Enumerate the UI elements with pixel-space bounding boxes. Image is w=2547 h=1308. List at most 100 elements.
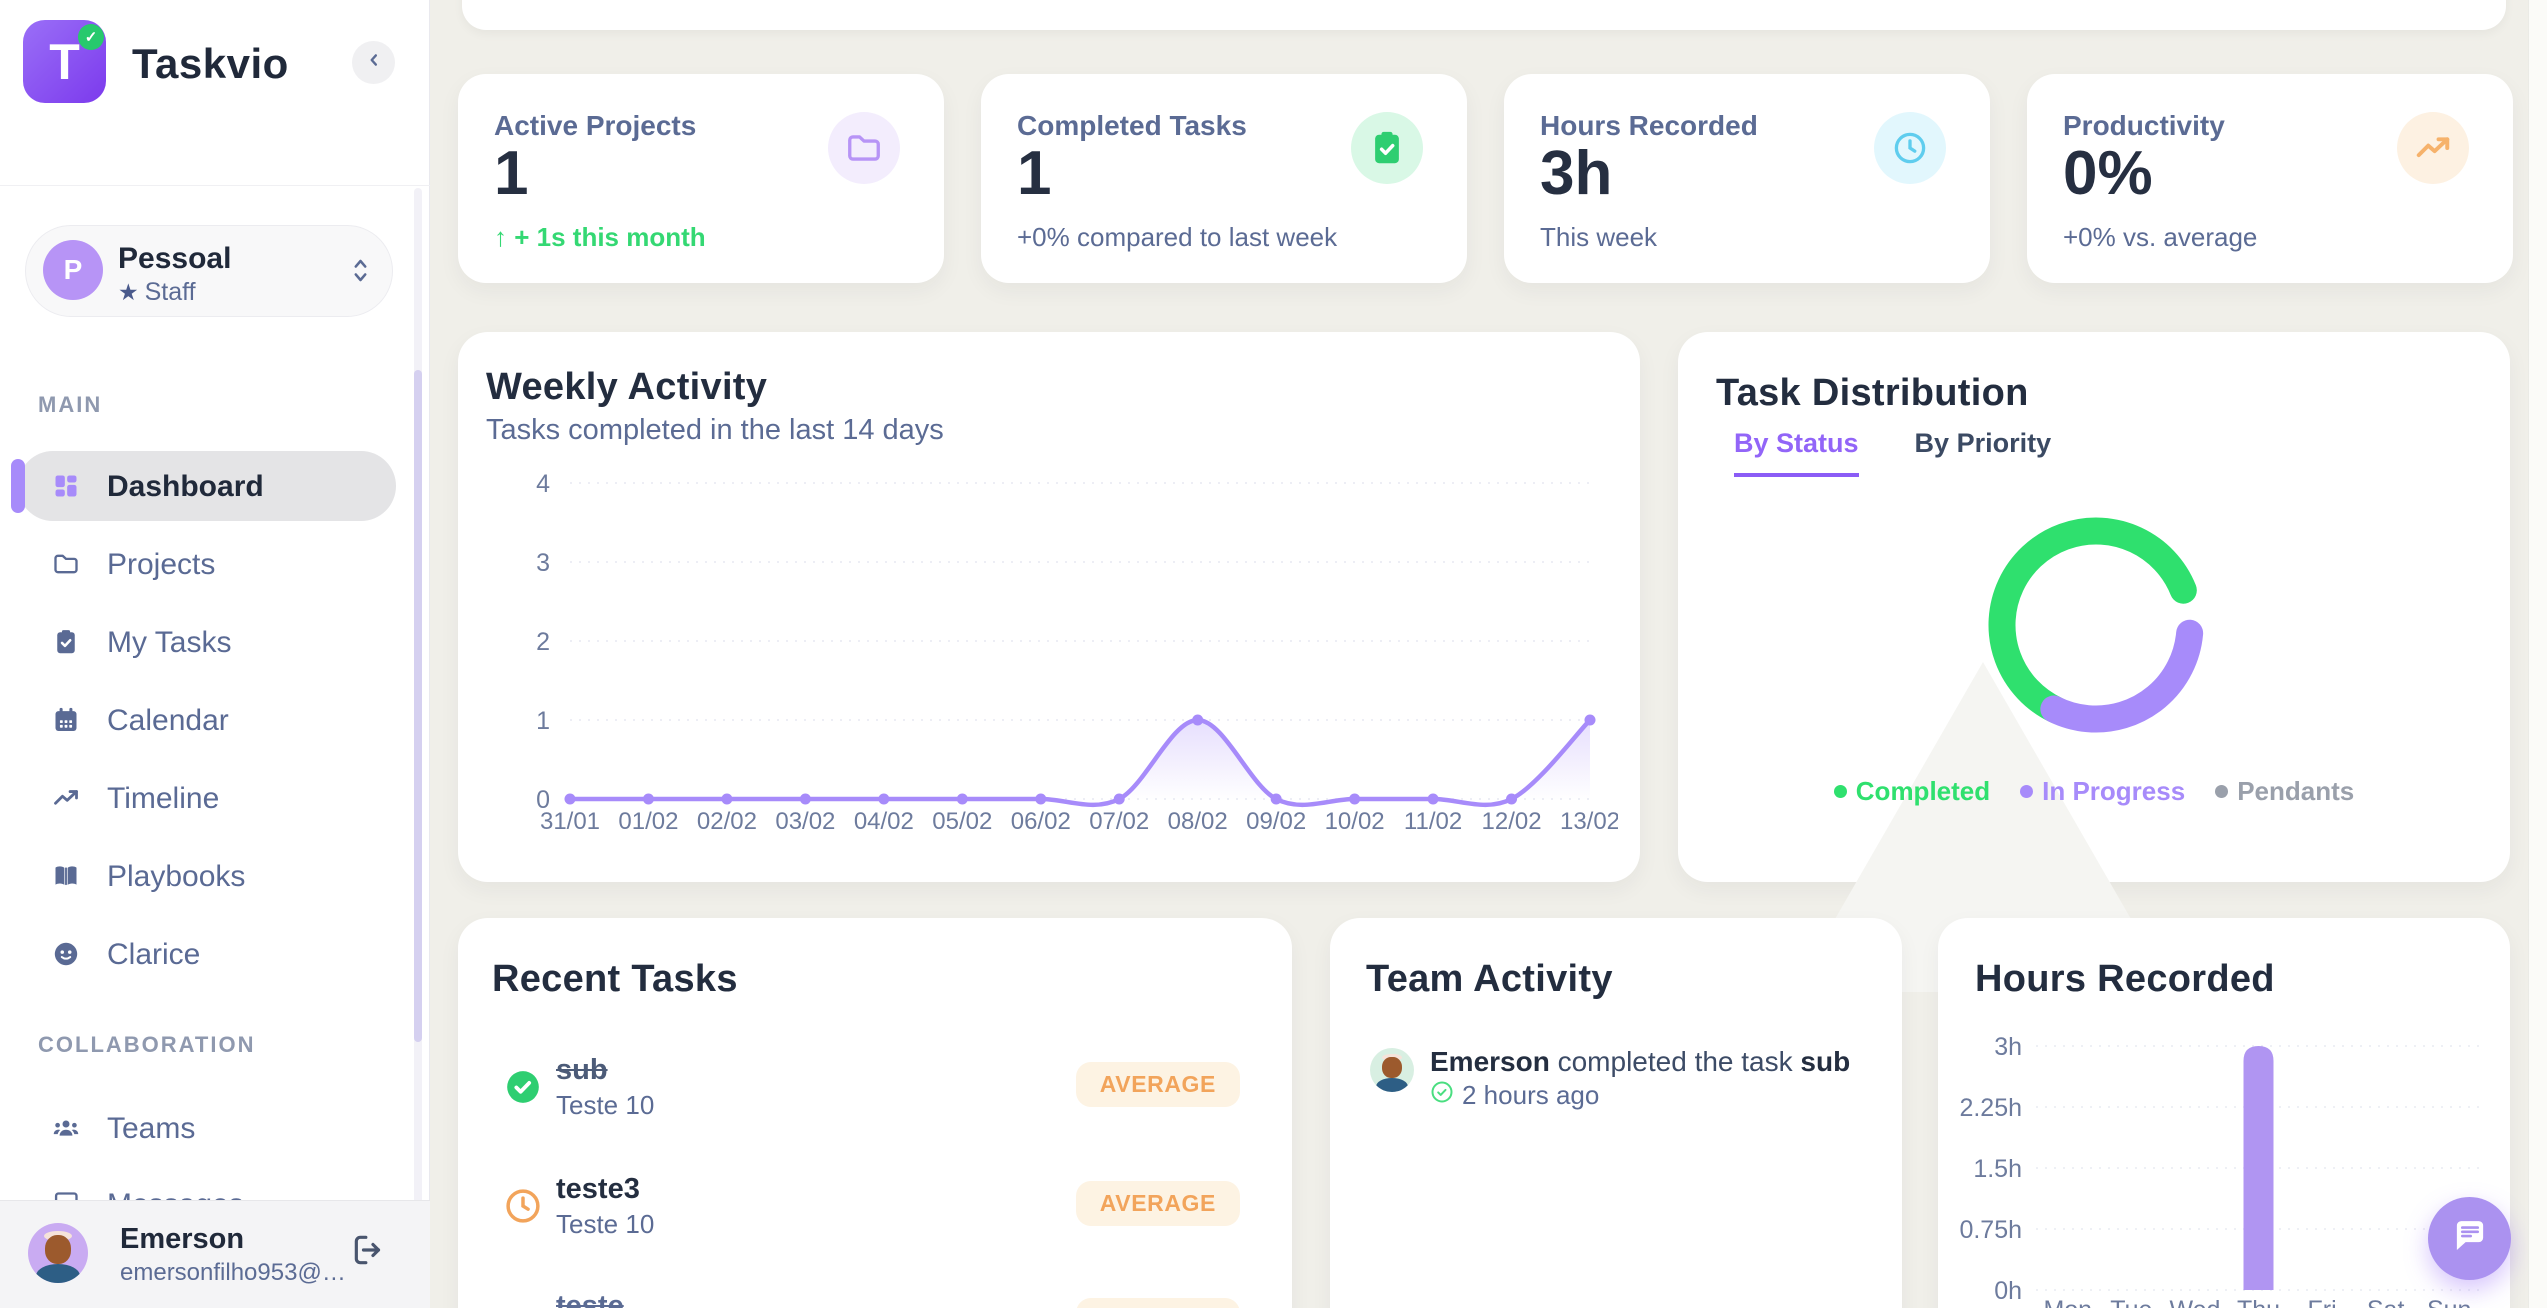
workspace-name: Pessoal [118,242,231,276]
folder-icon [828,112,900,184]
logout-button[interactable] [350,1231,390,1271]
svg-text:04/02: 04/02 [854,808,914,835]
arrow-up-icon: ↑ [494,222,507,252]
sidebar-item-timeline[interactable]: Timeline [0,763,430,833]
page-header-card [462,0,2506,30]
tab-by-priority[interactable]: By Priority [1915,428,2052,477]
svg-text:13/02: 13/02 [1560,808,1618,835]
svg-text:01/02: 01/02 [618,808,678,835]
sidebar-item-clarice[interactable]: Clarice [0,919,430,989]
legend-dot [1834,785,1847,798]
svg-text:Sun: Sun [2427,1296,2471,1308]
sidebar-item-playbooks[interactable]: Playbooks [0,841,430,911]
task-name: teste [556,1290,624,1308]
clock-icon [504,1187,542,1225]
sidebar-scrollbar[interactable] [414,188,422,1308]
stat-value: 0% [2063,138,2153,209]
sidebar-item-teams[interactable]: Teams [0,1093,430,1163]
weekly-activity-panel: Weekly Activity Tasks completed in the l… [458,332,1640,882]
svg-text:03/02: 03/02 [775,808,835,835]
sidebar-header: T ✓ Taskvio [0,0,430,186]
svg-text:05/02: 05/02 [932,808,992,835]
svg-text:02/02: 02/02 [697,808,757,835]
sidebar-item-label: Dashboard [107,470,264,504]
stat-card-productivity: Productivity 0% +0% vs. average [2027,74,2513,283]
panel-title: Task Distribution [1716,372,2029,415]
trending-up-icon [2397,112,2469,184]
stat-note: +0% vs. average [2063,222,2257,253]
sidebar-item-label: Clarice [107,938,200,972]
svg-text:2: 2 [536,628,550,656]
workspace-selector[interactable]: P Pessoal ★Staff [25,225,393,317]
task-name: sub [556,1054,608,1087]
stat-value: 3h [1540,138,1612,209]
svg-text:2.25h: 2.25h [1959,1094,2022,1122]
chat-fab-button[interactable] [2428,1197,2511,1280]
legend-dot [2020,785,2033,798]
active-item-indicator [11,459,25,513]
recent-tasks-panel: Recent Tasks sub Teste 10 AVERAGE teste3… [458,918,1292,1308]
stat-note: ↑ + 1s this month [494,222,706,253]
star-icon: ★ [118,279,139,305]
check-circle-icon [504,1068,542,1106]
legend-item-pendants[interactable]: Pendants [2215,776,2354,807]
hours-recorded-panel: Hours Recorded 3h2.25h1.5h0.75h0hMonTueW… [1938,918,2510,1308]
task-distribution-tabs: By Status By Priority [1734,428,2051,477]
svg-text:1.5h: 1.5h [1973,1155,2022,1183]
assistant-face-icon [52,940,80,968]
task-project: Teste 10 [556,1209,654,1240]
panel-title: Weekly Activity [486,366,767,409]
user-avatar [28,1223,88,1283]
svg-text:Tue: Tue [2110,1296,2152,1308]
chart-legend: Completed In Progress Pendants [1678,776,2510,807]
open-book-icon [52,862,80,890]
svg-text:Mon: Mon [2043,1296,2092,1308]
panel-title: Recent Tasks [492,958,738,1001]
svg-text:0.75h: 0.75h [1959,1216,2022,1244]
dashboard-icon [52,472,80,500]
stat-value: 1 [494,138,528,209]
sidebar-collapse-button[interactable] [352,41,395,84]
sidebar-item-my-tasks[interactable]: My Tasks [0,607,430,677]
task-row[interactable]: teste3 Teste 10 AVERAGE [458,1173,1292,1243]
sidebar-item-label: My Tasks [107,626,231,660]
task-row[interactable]: sub Teste 10 AVERAGE [458,1054,1292,1124]
sidebar-item-dashboard[interactable]: Dashboard [0,451,430,521]
task-row[interactable]: teste AVERAGE [458,1290,1292,1308]
user-name: Emerson [120,1223,244,1256]
panel-title: Hours Recorded [1975,958,2275,1001]
check-outline-icon [1430,1080,1454,1111]
hours-recorded-chart: 3h2.25h1.5h0.75h0hMonTueWedThuFriSatSun [1956,1030,2501,1308]
sidebar: T ✓ Taskvio P Pessoal ★Staff MAIN Das [0,0,430,1308]
svg-text:Sat: Sat [2367,1296,2405,1308]
task-project: Teste 10 [556,1090,654,1121]
tab-by-status[interactable]: By Status [1734,428,1859,477]
activity-time: 2 hours ago [1430,1080,1599,1111]
sidebar-item-calendar[interactable]: Calendar [0,685,430,755]
legend-item-in-progress[interactable]: In Progress [2020,776,2185,807]
sidebar-item-label: Teams [107,1112,195,1146]
svg-text:06/02: 06/02 [1011,808,1071,835]
calendar-icon [52,706,80,734]
priority-badge: AVERAGE [1076,1181,1240,1226]
stat-card-completed-tasks: Completed Tasks 1 +0% compared to last w… [981,74,1467,283]
app-title: Taskvio [132,40,289,88]
legend-item-completed[interactable]: Completed [1834,776,1990,807]
sidebar-item-projects[interactable]: Projects [0,529,430,599]
stat-note: +0% compared to last week [1017,222,1337,253]
legend-dot [2215,785,2228,798]
sidebar-item-label: Playbooks [107,860,245,894]
stat-card-active-projects: Active Projects 1 ↑ + 1s this month [458,74,944,283]
sidebar-item-label: Projects [107,548,215,582]
user-email: emersonfilho953@gma… [120,1259,350,1287]
svg-text:09/02: 09/02 [1246,808,1306,835]
svg-text:08/02: 08/02 [1168,808,1228,835]
users-group-icon [52,1114,80,1142]
sidebar-item-label: Calendar [107,704,229,738]
task-distribution-donut [1946,475,2246,780]
svg-text:Wed: Wed [2169,1296,2220,1308]
svg-text:1: 1 [536,707,550,735]
page-scrollbar[interactable] [2528,0,2547,1308]
sidebar-item-label: Timeline [107,782,219,816]
user-profile-bar: Emerson emersonfilho953@gma… [0,1200,430,1308]
